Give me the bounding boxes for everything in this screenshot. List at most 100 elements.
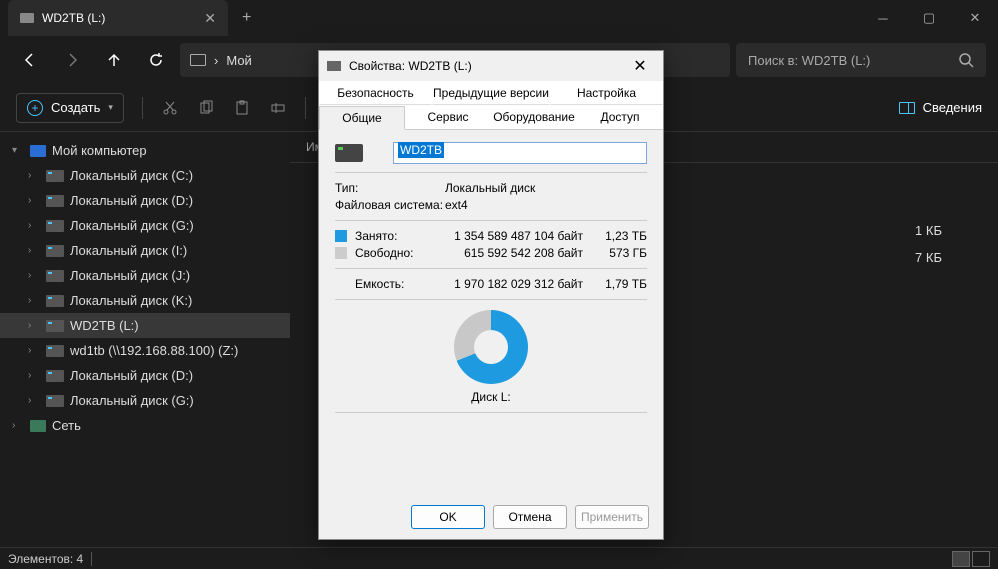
dialog-titlebar[interactable]: Свойства: WD2TB (L:) ✕ [319, 51, 663, 81]
sidebar-item-label: Локальный диск (D:) [70, 368, 193, 383]
maximize-button[interactable]: ▢ [906, 0, 952, 36]
filesystem-value: ext4 [445, 198, 647, 212]
dialog-buttons: OK Отмена Применить [319, 495, 663, 539]
drive-icon [46, 195, 64, 207]
type-label: Тип: [335, 181, 445, 195]
details-pane-button[interactable]: Сведения [899, 100, 982, 115]
rename-icon[interactable] [269, 99, 287, 117]
search-box[interactable]: Поиск в: WD2TB (L:) [736, 43, 986, 77]
icons-view-icon[interactable] [972, 551, 990, 567]
drive-icon [46, 170, 64, 182]
filesystem-label: Файловая система: [335, 198, 445, 212]
chevron-right-icon: › [214, 53, 218, 68]
drive-icon [46, 320, 64, 332]
view-mode-switcher [952, 551, 990, 567]
close-window-button[interactable]: ✕ [952, 0, 998, 36]
chevron-right-icon: › [28, 170, 40, 181]
dialog-title: Свойства: WD2TB (L:) [349, 59, 625, 73]
sidebar-item-label: Локальный диск (G:) [70, 218, 194, 233]
drive-name-input[interactable]: WD2TB [393, 142, 647, 164]
chevron-right-icon: › [28, 295, 40, 306]
up-button[interactable] [96, 42, 132, 78]
item-count: Элементов: 4 [8, 552, 83, 566]
sidebar-item-label: Локальный диск (C:) [70, 168, 193, 183]
refresh-button[interactable] [138, 42, 174, 78]
drive-icon [327, 61, 341, 71]
new-tab-button[interactable]: + [242, 9, 251, 27]
apply-button[interactable]: Применить [575, 505, 649, 529]
chevron-right-icon: › [28, 270, 40, 281]
cancel-button[interactable]: Отмена [493, 505, 567, 529]
tab-security[interactable]: Безопасность [319, 81, 432, 105]
free-color-swatch [335, 247, 347, 259]
back-button[interactable] [12, 42, 48, 78]
drive-icon [46, 270, 64, 282]
close-dialog-button[interactable]: ✕ [625, 56, 655, 76]
sidebar-drive-l[interactable]: ›WD2TB (L:) [0, 313, 290, 338]
capacity-bytes: 1 970 182 029 312 байт [431, 277, 597, 291]
tab-general[interactable]: Общие [319, 106, 405, 130]
sidebar-drive-g[interactable]: ›Локальный диск (G:) [0, 213, 290, 238]
sidebar-item-label: Локальный диск (J:) [70, 268, 190, 283]
ok-button[interactable]: OK [411, 505, 485, 529]
tab-sharing[interactable]: Доступ [577, 105, 663, 129]
chevron-right-icon: › [12, 420, 24, 431]
chevron-right-icon: › [28, 320, 40, 331]
network-drive-icon [46, 345, 64, 357]
details-pane-icon [899, 102, 915, 114]
free-human: 573 ГБ [597, 246, 647, 260]
details-view-icon[interactable] [952, 551, 970, 567]
create-button[interactable]: + Создать ▾ [16, 93, 124, 123]
sidebar-drive-j[interactable]: › Локальный диск (J:) [0, 263, 290, 288]
titlebar: WD2TB (L:) ✕ + ─ ▢ ✕ [0, 0, 998, 36]
sidebar-drive-d[interactable]: ›Локальный диск (D:) [0, 188, 290, 213]
forward-button[interactable] [54, 42, 90, 78]
computer-icon [30, 145, 46, 157]
sidebar-drive-z[interactable]: ›wd1tb (\\192.168.88.100) (Z:) [0, 338, 290, 363]
chevron-right-icon: › [28, 370, 40, 381]
tab-tools[interactable]: Сервис [405, 105, 491, 129]
drive-icon [20, 13, 34, 23]
drive-icon [46, 245, 64, 257]
breadcrumb-segment[interactable]: Мой [226, 53, 251, 68]
minimize-button[interactable]: ─ [860, 0, 906, 36]
browser-tab[interactable]: WD2TB (L:) ✕ [8, 0, 228, 36]
separator [335, 299, 647, 300]
sidebar-item-label: Локальный диск (D:) [70, 193, 193, 208]
plus-icon: + [27, 100, 43, 116]
drive-icon [46, 220, 64, 232]
sidebar-drive-i[interactable]: ›Локальный диск (I:) [0, 238, 290, 263]
copy-icon[interactable] [197, 99, 215, 117]
close-tab-icon[interactable]: ✕ [204, 10, 216, 27]
statusbar: Элементов: 4 [0, 547, 998, 569]
separator [305, 97, 306, 119]
tab-hardware[interactable]: Оборудование [491, 105, 577, 129]
tab-customize[interactable]: Настройка [550, 81, 663, 105]
sidebar-drive-g2[interactable]: ›Локальный диск (G:) [0, 388, 290, 413]
window-controls: ─ ▢ ✕ [860, 0, 998, 36]
cut-icon[interactable] [161, 99, 179, 117]
tab-title: WD2TB (L:) [42, 11, 196, 25]
separator [335, 268, 647, 269]
create-label: Создать [51, 100, 100, 115]
usage-pie-chart [454, 310, 528, 384]
disk-label: Диск L: [335, 390, 647, 404]
sidebar-drive-c[interactable]: › Локальный диск (C:) [0, 163, 290, 188]
sidebar-drive-d2[interactable]: › Локальный диск (D:) [0, 363, 290, 388]
free-label: Свободно: [355, 246, 431, 260]
network-icon [30, 420, 46, 432]
sidebar-drive-k[interactable]: ›Локальный диск (K:) [0, 288, 290, 313]
chevron-right-icon: › [28, 245, 40, 256]
chevron-right-icon: › [28, 395, 40, 406]
paste-icon[interactable] [233, 99, 251, 117]
sidebar-item-label: Мой компьютер [52, 143, 147, 158]
chevron-right-icon: › [28, 345, 40, 356]
free-bytes: 615 592 542 208 байт [431, 246, 597, 260]
properties-dialog: Свойства: WD2TB (L:) ✕ Безопасность Пред… [318, 50, 664, 540]
separator [335, 412, 647, 413]
dialog-body: WD2TB Тип:Локальный диск Файловая систем… [319, 130, 663, 495]
tab-previous-versions[interactable]: Предыдущие версии [432, 81, 550, 105]
chevron-down-icon: ▾ [12, 145, 24, 156]
sidebar-my-computer[interactable]: ▾ Мой компьютер [0, 138, 290, 163]
sidebar-network[interactable]: ›Сеть [0, 413, 290, 438]
